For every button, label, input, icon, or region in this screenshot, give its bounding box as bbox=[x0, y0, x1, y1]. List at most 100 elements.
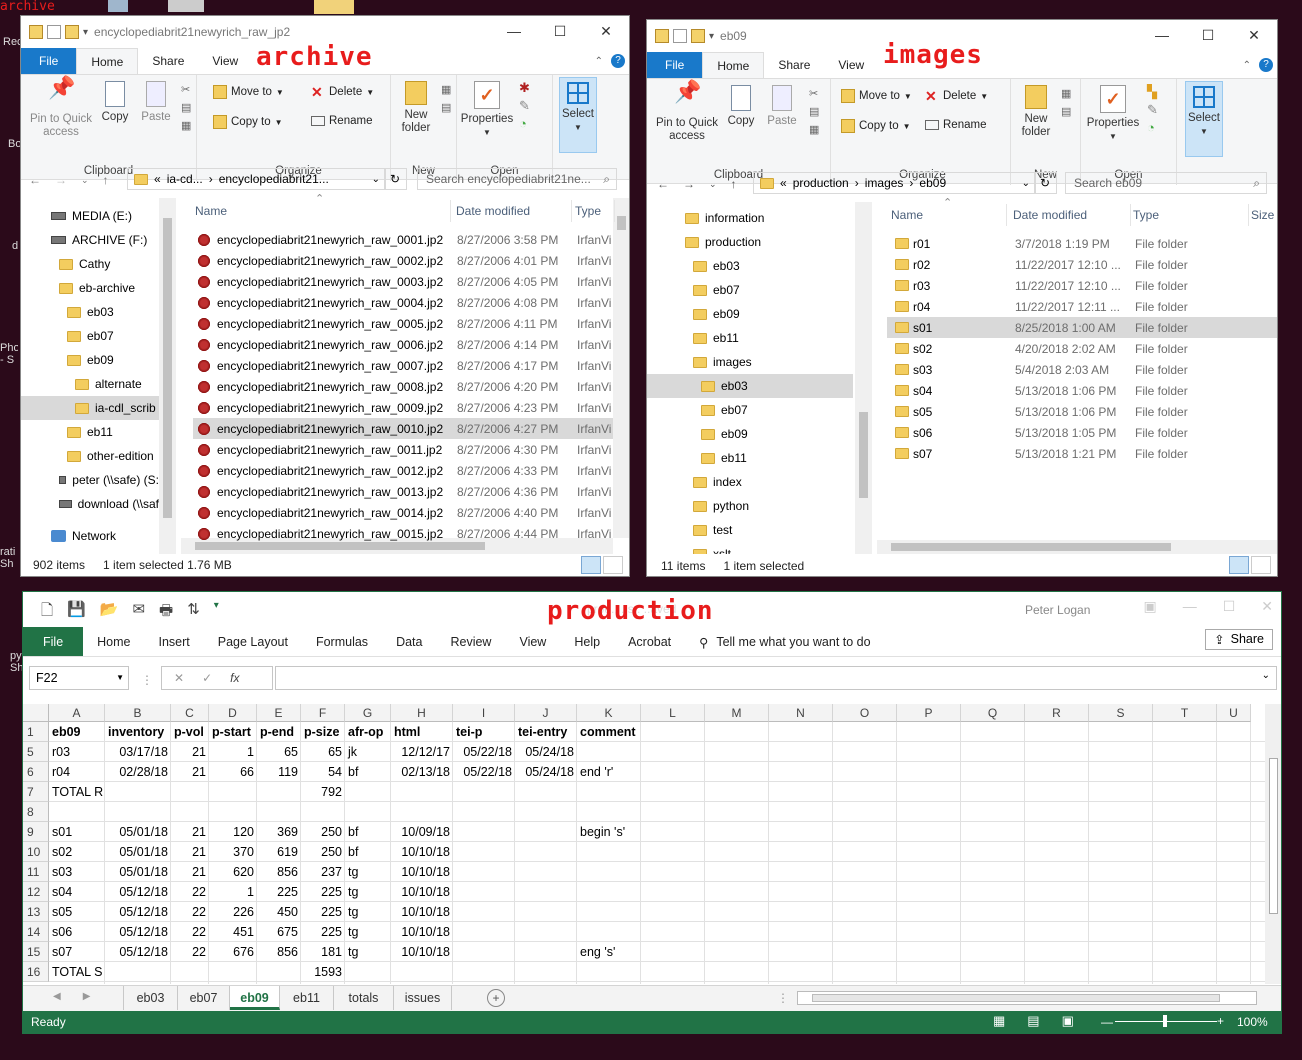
column-header[interactable]: A bbox=[49, 704, 105, 722]
close-button[interactable]: ✕ bbox=[1231, 20, 1277, 50]
details-view-icon[interactable] bbox=[1229, 556, 1249, 574]
tab-acrobat[interactable]: Acrobat bbox=[614, 635, 685, 649]
nav-item[interactable]: index bbox=[647, 470, 853, 494]
sheet-tab[interactable]: eb03 bbox=[124, 986, 178, 1010]
folder-row[interactable]: s02 4/20/2018 2:02 AM File folder bbox=[887, 338, 1277, 359]
cell[interactable]: s03 bbox=[49, 862, 105, 882]
cell[interactable]: 21 bbox=[171, 742, 209, 762]
folder-row[interactable]: r02 11/22/2017 12:10 ... File folder bbox=[887, 254, 1277, 275]
forward-icon[interactable]: → bbox=[55, 173, 67, 187]
tab-view[interactable]: View bbox=[824, 52, 878, 78]
column-header[interactable]: Type bbox=[1133, 204, 1249, 226]
column-header[interactable]: Date modified bbox=[456, 200, 572, 222]
cell[interactable]: 451 bbox=[209, 922, 257, 942]
properties-check-icon[interactable] bbox=[47, 25, 61, 39]
file-row[interactable]: encyclopediabrit21newyrich_raw_0012.jp2 8… bbox=[193, 460, 613, 481]
file-row[interactable]: encyclopediabrit21newyrich_raw_0009.jp2 8… bbox=[193, 397, 613, 418]
recent-chevron-icon[interactable]: ⌄ bbox=[81, 175, 89, 186]
tab-data[interactable]: Data bbox=[382, 635, 436, 649]
cell[interactable]: afr-op bbox=[345, 722, 391, 742]
sheet-tab[interactable]: issues bbox=[394, 986, 452, 1010]
column-header[interactable]: P bbox=[897, 704, 961, 722]
folder-row[interactable]: s05 5/13/2018 1:06 PM File folder bbox=[887, 401, 1277, 422]
nav-item[interactable]: MEDIA (E:) bbox=[21, 204, 159, 228]
minimize-button[interactable]: — bbox=[1183, 598, 1197, 615]
tab-home[interactable]: Home bbox=[76, 48, 139, 74]
cell[interactable] bbox=[257, 802, 301, 822]
nav-item[interactable]: eb09 bbox=[647, 302, 853, 326]
copy-to-button[interactable]: Copy to ▼ bbox=[841, 119, 911, 133]
cell[interactable]: 05/12/18 bbox=[105, 942, 171, 962]
column-header[interactable]: D bbox=[209, 704, 257, 722]
share-button[interactable]: ⇪ Share bbox=[1205, 629, 1273, 650]
open-with-icon[interactable]: ✱ ✎ ◔ bbox=[519, 79, 530, 133]
cell[interactable]: 03/17/18 bbox=[105, 742, 171, 762]
column-header[interactable]: Date modified bbox=[1013, 204, 1131, 226]
cell[interactable]: 10/10/18 bbox=[391, 882, 453, 902]
save-icon[interactable]: 💾 bbox=[67, 600, 86, 625]
cell[interactable]: 225 bbox=[301, 902, 345, 922]
tab-page-layout[interactable]: Page Layout bbox=[204, 635, 302, 649]
split-handle-icon[interactable]: ⋮ bbox=[777, 991, 789, 1005]
nav-scrollbar[interactable] bbox=[855, 202, 872, 554]
cell[interactable]: 450 bbox=[257, 902, 301, 922]
customize-chevron-icon[interactable]: ▾ bbox=[83, 27, 88, 38]
cell[interactable]: s01 bbox=[49, 822, 105, 842]
cell[interactable]: 12/12/17 bbox=[391, 742, 453, 762]
column-header[interactable]: U bbox=[1217, 704, 1251, 722]
nav-item[interactable]: eb07 bbox=[647, 398, 853, 422]
cell[interactable]: inventory bbox=[105, 722, 171, 742]
pin-button[interactable]: 📌 Pin to Quick access bbox=[651, 81, 723, 143]
cell[interactable] bbox=[515, 802, 577, 822]
column-header[interactable]: L bbox=[641, 704, 705, 722]
cell[interactable] bbox=[453, 922, 515, 942]
nav-item[interactable]: eb07 bbox=[21, 324, 159, 348]
desktop-icon-label[interactable]: Rec bbox=[3, 36, 21, 48]
file-row[interactable]: encyclopediabrit21newyrich_raw_0003.jp2 8… bbox=[193, 271, 613, 292]
cell[interactable] bbox=[257, 782, 301, 802]
cut-icon[interactable]: ✂ ▤ ▦ bbox=[181, 81, 193, 135]
recent-chevron-icon[interactable]: ⌄ bbox=[709, 179, 717, 190]
cell[interactable]: 65 bbox=[257, 742, 301, 762]
column-header[interactable]: R bbox=[1025, 704, 1089, 722]
cell[interactable] bbox=[515, 962, 577, 982]
nav-item[interactable]: ARCHIVE (F:) bbox=[21, 228, 159, 252]
cell[interactable] bbox=[453, 942, 515, 962]
cell[interactable]: 05/01/18 bbox=[105, 862, 171, 882]
column-header[interactable]: C bbox=[171, 704, 209, 722]
cell[interactable]: s04 bbox=[49, 882, 105, 902]
cell[interactable] bbox=[345, 782, 391, 802]
cell[interactable]: tg bbox=[345, 942, 391, 962]
breadcrumb-segment[interactable]: eb09 bbox=[919, 176, 946, 190]
nav-item[interactable]: python bbox=[647, 494, 853, 518]
nav-item[interactable]: Cathy bbox=[21, 252, 159, 276]
folder-row[interactable]: r01 3/7/2018 1:19 PM File folder bbox=[887, 233, 1277, 254]
customize-chevron-icon[interactable]: ▾ bbox=[214, 600, 219, 625]
close-button[interactable]: ✕ bbox=[583, 16, 629, 46]
address-bar[interactable]: « ia-cd... › encyclopediabrit21... ⌄ bbox=[127, 168, 385, 190]
nav-item[interactable]: eb-archive bbox=[21, 276, 159, 300]
folder-row[interactable]: s07 5/13/2018 1:21 PM File folder bbox=[887, 443, 1277, 464]
cell[interactable] bbox=[49, 802, 105, 822]
nav-item[interactable]: eb09 bbox=[21, 348, 159, 372]
select-button[interactable]: Select ▼ bbox=[559, 77, 597, 153]
refresh-button[interactable]: ↻ bbox=[385, 168, 407, 190]
file-row[interactable]: encyclopediabrit21newyrich_raw_0005.jp2 8… bbox=[193, 313, 613, 334]
maximize-button[interactable]: ☐ bbox=[1185, 20, 1231, 50]
cell[interactable]: s05 bbox=[49, 902, 105, 922]
cell[interactable]: 237 bbox=[301, 862, 345, 882]
cell[interactable]: 54 bbox=[301, 762, 345, 782]
expand-formula-icon[interactable]: ⌄ bbox=[1262, 670, 1270, 681]
cell[interactable] bbox=[515, 842, 577, 862]
cell[interactable]: 369 bbox=[257, 822, 301, 842]
user-name[interactable]: Peter Logan bbox=[1025, 603, 1090, 617]
cell[interactable]: tei-entry bbox=[515, 722, 577, 742]
cell[interactable]: 22 bbox=[171, 922, 209, 942]
cell[interactable]: 21 bbox=[171, 862, 209, 882]
cell[interactable] bbox=[577, 842, 641, 862]
cell[interactable]: 250 bbox=[301, 842, 345, 862]
file-row[interactable]: encyclopediabrit21newyrich_raw_0013.jp2 8… bbox=[193, 481, 613, 502]
cell[interactable]: 02/13/18 bbox=[391, 762, 453, 782]
rename-button[interactable]: Rename bbox=[311, 115, 372, 127]
cell[interactable] bbox=[577, 742, 641, 762]
